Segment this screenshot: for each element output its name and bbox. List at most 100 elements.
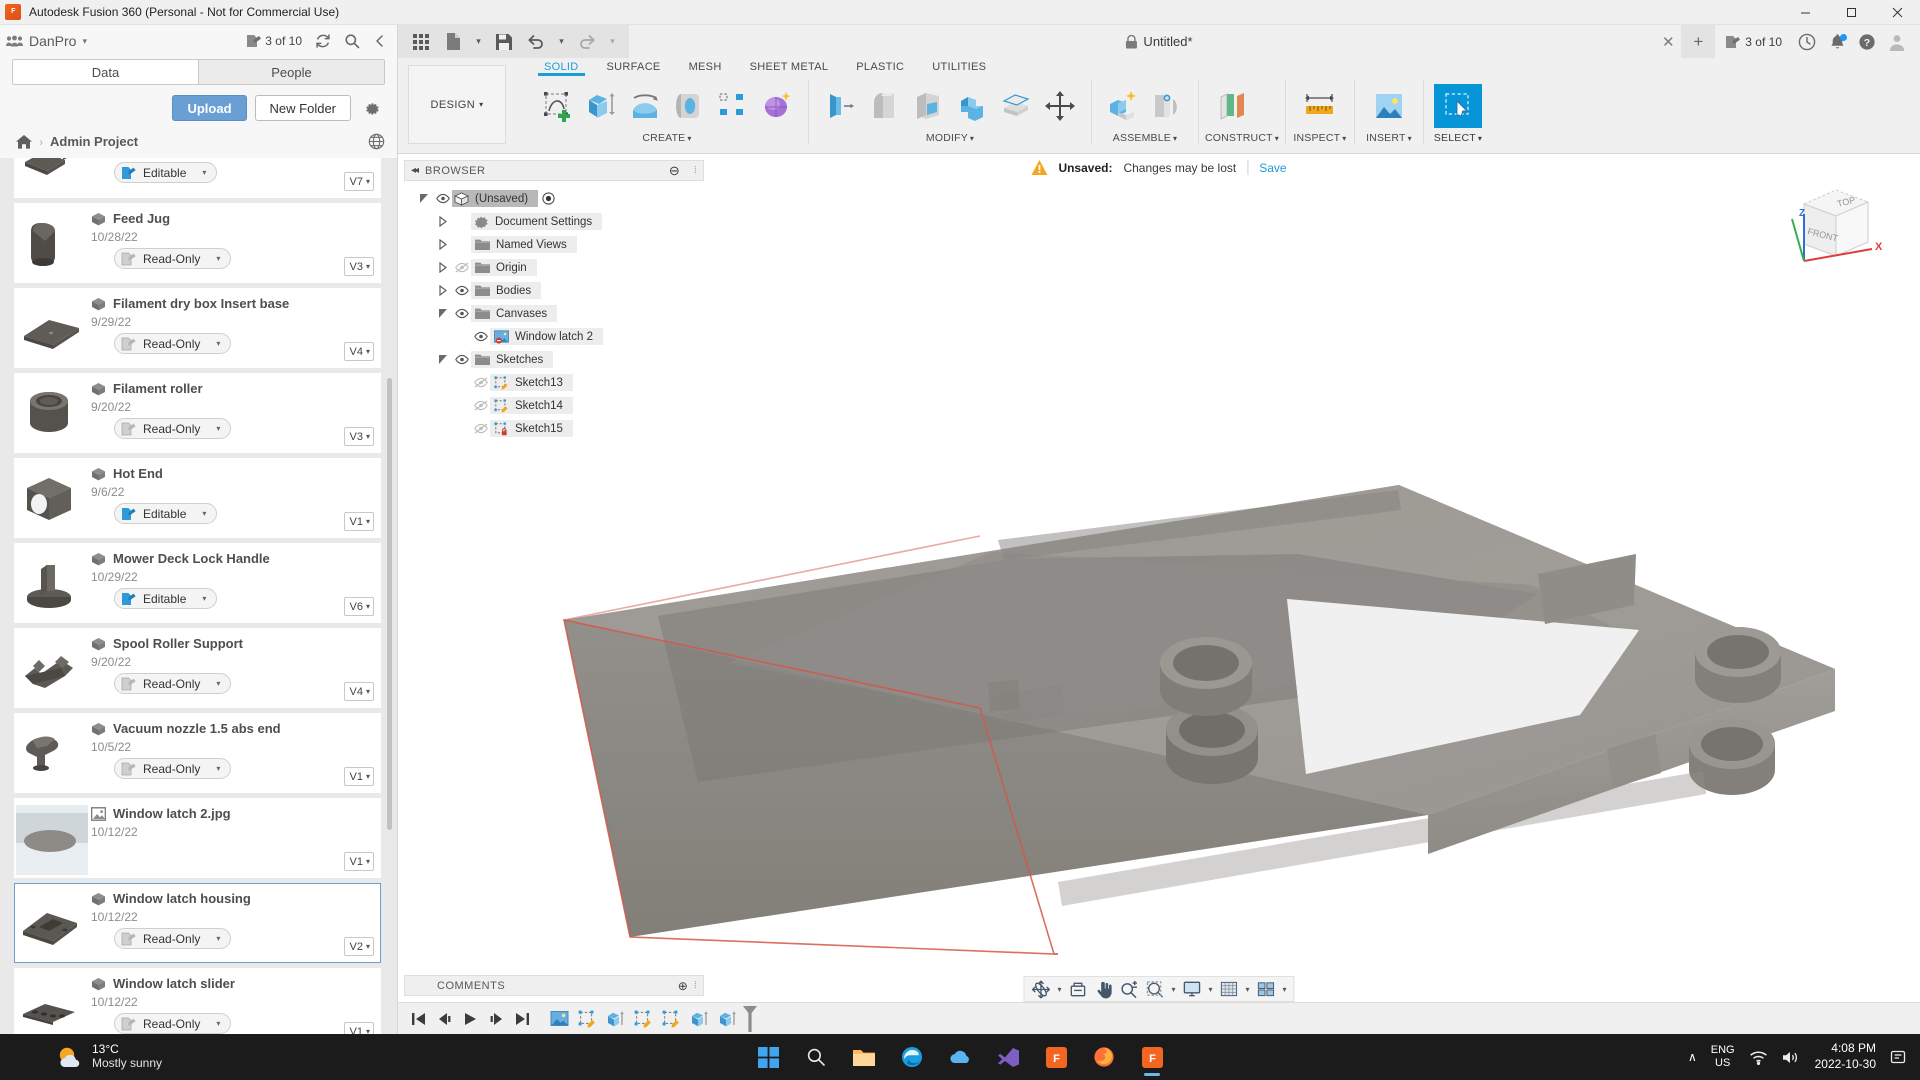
- visual-studio-button[interactable]: [988, 1037, 1028, 1077]
- version-dropdown[interactable]: V2▾: [344, 937, 374, 956]
- fillet-icon[interactable]: [863, 84, 905, 128]
- shell-icon[interactable]: [907, 84, 949, 128]
- design-canvas[interactable]: ◂◂ BROWSER ⊖ ⦙ (Unsaved)Document Setting…: [398, 154, 1920, 1034]
- offset-plane-icon[interactable]: [1209, 84, 1257, 128]
- form-icon[interactable]: [756, 84, 798, 128]
- viewports-icon[interactable]: [1254, 977, 1279, 1001]
- hub-selector[interactable]: DanPro ▾: [6, 33, 87, 49]
- view-cube[interactable]: TOP FRONT X Z: [1776, 176, 1886, 276]
- browser-node-label-wrap[interactable]: (Unsaved): [452, 190, 538, 207]
- chevron-down-icon[interactable]: ▾: [1054, 985, 1064, 994]
- chevron-down-icon[interactable]: ▾: [1275, 134, 1279, 143]
- save-icon[interactable]: [489, 28, 519, 56]
- browser-tree-node[interactable]: Origin: [404, 256, 704, 279]
- onedrive-button[interactable]: [940, 1037, 980, 1077]
- browser-node-label-wrap[interactable]: Sketches: [471, 351, 553, 368]
- fusion-360-launcher-button[interactable]: F: [1036, 1037, 1076, 1077]
- tab-people[interactable]: People: [198, 60, 384, 84]
- timeline-feature[interactable]: [546, 1007, 572, 1031]
- tree-expander-icon[interactable]: [433, 354, 453, 365]
- visibility-eye-icon[interactable]: [472, 377, 490, 388]
- version-dropdown[interactable]: V4▾: [344, 342, 374, 361]
- undo-icon[interactable]: [521, 28, 551, 56]
- file-list-item[interactable]: Filament roller9/20/22Read-Only▾V3▾: [14, 373, 381, 453]
- close-button[interactable]: [1874, 0, 1920, 25]
- clock-icon[interactable]: [1792, 33, 1822, 51]
- move-copy-icon[interactable]: [1039, 84, 1081, 128]
- grip-icon[interactable]: ⦙: [694, 980, 697, 991]
- visibility-eye-icon[interactable]: [453, 308, 471, 319]
- notifications-icon[interactable]: [1890, 1049, 1906, 1065]
- file-list-item[interactable]: Vacuum nozzle 1.5 abs end10/5/22Read-Onl…: [14, 713, 381, 793]
- jobs-status[interactable]: 3 of 10: [246, 34, 302, 48]
- tree-expander-icon[interactable]: [433, 239, 453, 250]
- visibility-eye-icon[interactable]: [472, 331, 490, 342]
- select-window-icon[interactable]: [1434, 84, 1482, 128]
- breadcrumb-project[interactable]: Admin Project: [50, 134, 138, 149]
- browser-tree-node[interactable]: Canvases: [404, 302, 704, 325]
- sweep-icon[interactable]: [668, 84, 710, 128]
- version-dropdown[interactable]: V4▾: [344, 682, 374, 701]
- file-explorer-button[interactable]: [844, 1037, 884, 1077]
- visibility-eye-icon[interactable]: [453, 354, 471, 365]
- grip-icon[interactable]: ⦙: [694, 165, 697, 176]
- version-dropdown[interactable]: V1▾: [344, 852, 374, 871]
- ribbon-tab-solid[interactable]: SOLID: [530, 58, 593, 73]
- permission-dropdown[interactable]: Editable▾: [114, 588, 217, 609]
- add-comment-icon[interactable]: ⊕: [678, 979, 689, 993]
- version-dropdown[interactable]: V1▾: [344, 1022, 374, 1034]
- joint-icon[interactable]: [1146, 84, 1188, 128]
- timeline-features[interactable]: [546, 1007, 740, 1031]
- browser-tree-node[interactable]: Sketch14: [404, 394, 704, 417]
- timeline-feature[interactable]: [714, 1007, 740, 1031]
- tree-expander-icon[interactable]: [433, 262, 453, 273]
- upload-button[interactable]: Upload: [172, 95, 246, 121]
- tree-expander-icon[interactable]: [433, 216, 453, 227]
- browser-node-label-wrap[interactable]: Named Views: [471, 236, 577, 253]
- chevron-down-icon[interactable]: ▾: [1243, 985, 1253, 994]
- timeline-feature[interactable]: [630, 1007, 656, 1031]
- bell-icon[interactable]: [1822, 33, 1852, 51]
- insert-canvas-icon[interactable]: [1365, 84, 1413, 128]
- avatar-icon[interactable]: [1882, 33, 1912, 51]
- browser-tree-node[interactable]: Sketch13: [404, 371, 704, 394]
- new-component-icon[interactable]: [1102, 84, 1144, 128]
- version-dropdown[interactable]: V3▾: [344, 257, 374, 276]
- redo-icon[interactable]: [572, 28, 602, 56]
- new-document-icon[interactable]: [438, 28, 468, 56]
- tree-expander-icon[interactable]: [414, 193, 434, 204]
- permission-dropdown[interactable]: Read-Only▾: [114, 418, 231, 439]
- permission-dropdown[interactable]: Editable▾: [114, 503, 217, 524]
- version-dropdown[interactable]: V1▾: [344, 767, 374, 786]
- permission-dropdown[interactable]: Read-Only▾: [114, 333, 231, 354]
- firefox-button[interactable]: [1084, 1037, 1124, 1077]
- chevron-down-icon[interactable]: ▾: [1408, 134, 1412, 143]
- gear-icon[interactable]: [359, 95, 385, 121]
- file-list-item[interactable]: Window latch 2.jpg10/12/22V1▾: [14, 798, 381, 878]
- activate-component-radio[interactable]: [542, 192, 555, 205]
- browser-tree-node[interactable]: Sketches: [404, 348, 704, 371]
- combine-icon[interactable]: [951, 84, 993, 128]
- skip-start-icon[interactable]: [406, 1007, 430, 1031]
- file-list-item[interactable]: Spool Roller Support9/20/22Read-Only▾V4▾: [14, 628, 381, 708]
- timeline-feature[interactable]: [602, 1007, 628, 1031]
- version-dropdown[interactable]: V7▾: [344, 172, 374, 191]
- file-list-item[interactable]: Mower Deck Lock Handle10/29/22Editable▾V…: [14, 543, 381, 623]
- permission-dropdown[interactable]: Read-Only▾: [114, 928, 231, 949]
- ribbon-tab-surface[interactable]: SURFACE: [593, 58, 675, 73]
- file-list[interactable]: 10/1/22Editable▾V7▾ Feed Jug10/28/22Read…: [0, 158, 397, 1034]
- visibility-eye-icon[interactable]: [434, 193, 452, 204]
- chevron-down-icon[interactable]: ▾: [1280, 985, 1290, 994]
- globe-icon[interactable]: [368, 133, 385, 150]
- version-dropdown[interactable]: V6▾: [344, 597, 374, 616]
- chevron-down-icon[interactable]: ▾: [687, 134, 691, 143]
- clock-widget[interactable]: 4:08 PM 2022-10-30: [1815, 1041, 1876, 1072]
- browser-node-label-wrap[interactable]: Bodies: [471, 282, 541, 299]
- visibility-eye-icon[interactable]: [472, 423, 490, 434]
- press-pull-icon[interactable]: [819, 84, 861, 128]
- zoom-window-icon[interactable]: [1142, 977, 1167, 1001]
- visibility-eye-icon[interactable]: [472, 400, 490, 411]
- permission-dropdown[interactable]: Read-Only▾: [114, 673, 231, 694]
- extrude-icon[interactable]: [580, 84, 622, 128]
- visibility-eye-icon[interactable]: [453, 262, 471, 273]
